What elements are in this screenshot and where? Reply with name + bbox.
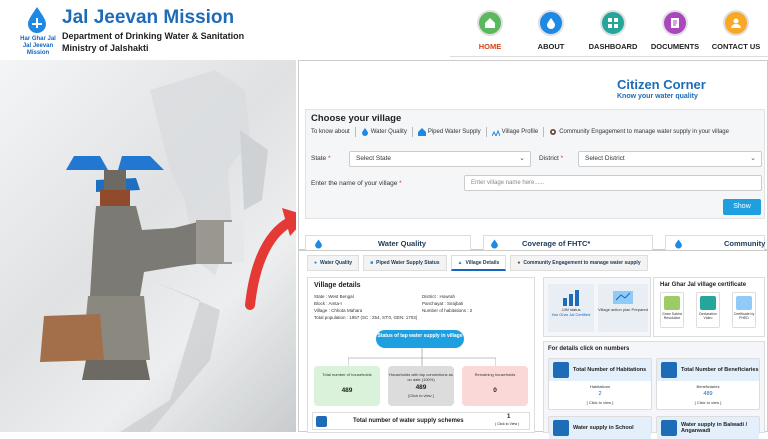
water-drop-icon: [675, 239, 682, 249]
population-value: Total population : 1957 (SC : 254, ST:0,…: [314, 315, 418, 320]
jjm-status-box: JJM status Har Ghar Jal Certified Villag…: [543, 277, 651, 337]
know-about-row: To know about Water Quality Piped Water …: [311, 127, 729, 137]
scheme-icon: [316, 416, 327, 427]
bar-chart-icon: [563, 290, 579, 306]
block-value: Block : Amta-I: [314, 301, 342, 306]
remaining-households-stat: Remaining households 0: [462, 366, 528, 406]
village-name-input[interactable]: Enter village name here......: [464, 175, 762, 191]
water-quality-card[interactable]: Water Quality: [305, 235, 471, 251]
document-icon: [662, 10, 688, 36]
nav-documents[interactable]: DOCUMENTS: [640, 10, 710, 51]
village-icon: [491, 129, 500, 136]
village-details-title: Village details: [314, 282, 361, 289]
jjm-status-card[interactable]: JJM status Har Ghar Jal Certified: [548, 284, 594, 332]
site-title[interactable]: Jal Jeevan Mission: [62, 7, 234, 29]
anganwadi-water-card[interactable]: Water supply in Balwadi / Anganwadi: [656, 416, 760, 439]
water-drop-icon: [491, 239, 498, 249]
tab-village-details[interactable]: ▲ Village Details: [450, 255, 507, 271]
water-drop-icon: ●: [314, 260, 318, 266]
home-icon: [477, 10, 503, 36]
tab-water-quality[interactable]: ● Water Quality: [307, 255, 360, 271]
info-cards-row: Water Quality Coverage of FHTC* Communit…: [305, 235, 765, 251]
water-drop-icon: [538, 10, 564, 36]
declaration-video-item[interactable]: Declaration Video: [696, 292, 720, 328]
citizen-corner-title: Citizen Corner: [617, 77, 706, 92]
department-name: Department of Drinking Water & Sanitatio…: [62, 31, 245, 41]
site-header: Har Ghar Jal Jal Jeevan Mission Jal Jeev…: [0, 0, 768, 60]
chip-piped-water-supply[interactable]: Piped Water Supply: [417, 128, 481, 136]
citizen-corner-subtitle: Know your water quality: [617, 93, 698, 100]
state-select[interactable]: Select State ⌄: [349, 151, 531, 167]
ministry-name: Ministry of Jalshakti: [62, 43, 149, 53]
chevron-down-icon: ⌄: [519, 155, 525, 162]
certificate-icon: [736, 296, 752, 310]
chevron-down-icon: ⌄: [750, 155, 756, 162]
water-supply-schemes-row[interactable]: Total number of water supply schemes 1 (…: [312, 412, 530, 430]
water-drop-icon: [315, 239, 322, 249]
school-water-card[interactable]: Water supply in School: [548, 416, 652, 439]
habitation-icon: [553, 362, 569, 378]
village-tabs: ● Water Quality ■ Piped Water Supply Statu…: [307, 255, 648, 271]
house-icon: ■: [370, 260, 374, 266]
panchayat-value: Panchayat : Sirajbati: [422, 301, 464, 306]
certificate-phed-item[interactable]: Certificate by PHED: [732, 292, 756, 328]
nav-dashboard[interactable]: DASHBOARD: [578, 10, 648, 51]
chip-village-profile[interactable]: Village Profile: [491, 128, 538, 136]
house-icon: [417, 128, 426, 136]
logo-caption: Har Ghar Jal Jal Jeevan Mission: [20, 36, 56, 56]
nav-home[interactable]: HOME: [455, 10, 525, 51]
tab-piped-water-supply[interactable]: ■ Piped Water Supply Status: [363, 255, 447, 271]
community-card[interactable]: Community: [665, 235, 765, 251]
nav-about[interactable]: ABOUT: [516, 10, 586, 51]
habitations-card[interactable]: Total Number of Habitations Habitations 2…: [548, 358, 652, 410]
connector-lines: [348, 348, 496, 368]
state-label: State *: [311, 155, 331, 162]
nav-underline: [450, 56, 768, 57]
video-icon: [700, 296, 716, 310]
arrow-icon: [245, 208, 296, 310]
chip-community-engagement[interactable]: Community Engagement to manage water sup…: [549, 128, 729, 136]
tab-community-engagement[interactable]: ● Community Engagement to manage water su…: [510, 255, 648, 271]
total-households-stat: Total number of households 489: [314, 366, 380, 406]
village-name-label: Enter the name of your village *: [311, 180, 402, 187]
village-value: Village : Chhota Mahara: [314, 308, 363, 313]
state-value: State : West Bengal: [314, 294, 354, 299]
fhtc-coverage-card[interactable]: Coverage of FHTC*: [483, 235, 653, 251]
plan-icon: [613, 291, 633, 304]
nav-contact-us[interactable]: CONTACT US: [701, 10, 768, 51]
beneficiaries-card[interactable]: Total Number of Beneficiaries Beneficiar…: [656, 358, 760, 410]
water-drop-icon: [361, 128, 368, 136]
contact-icon: [723, 10, 749, 36]
habitations-value: Number of habitations : 2: [422, 308, 473, 313]
beneficiaries-icon: [661, 362, 677, 378]
school-icon: [553, 420, 569, 436]
details-numbers-box: For details click on numbers Total Numbe…: [543, 341, 765, 439]
village-icon: ▲: [457, 259, 463, 266]
anganwadi-icon: [661, 420, 677, 436]
chip-water-quality[interactable]: Water Quality: [361, 128, 407, 136]
district-select[interactable]: Select District ⌄: [578, 151, 762, 167]
district-value: District : Howrah: [422, 294, 456, 299]
show-button[interactable]: Show: [723, 199, 761, 215]
har-ghar-jal-certificate-box: Har Ghar Jal village certificate Gram Sa…: [653, 277, 765, 337]
jjm-logo-icon[interactable]: [26, 6, 48, 34]
village-details-panel: ● Water Quality ■ Piped Water Supply Statu…: [298, 250, 768, 439]
gear-icon: [550, 129, 557, 135]
status-tap-water-pill[interactable]: Status of tap water supply in village: [376, 330, 464, 348]
gram-sabha-resolution-item[interactable]: Gram Sabha Resolution: [660, 292, 684, 328]
village-details-card: Village details State : West Bengal Dist…: [307, 277, 535, 433]
district-label: District *: [539, 155, 564, 162]
dashboard-icon: [600, 10, 626, 36]
choose-village-title: Choose your village: [311, 113, 402, 124]
village-action-plan-card[interactable]: Village action plan Prepared: [598, 284, 648, 332]
gear-icon: ●: [517, 260, 521, 266]
citizen-corner-panel: Citizen Corner Know your water quality C…: [298, 60, 768, 251]
tap-connections-stat[interactable]: Households with tap connections as on da…: [388, 366, 454, 406]
resolution-icon: [664, 296, 680, 310]
tap-photo: [0, 60, 296, 432]
